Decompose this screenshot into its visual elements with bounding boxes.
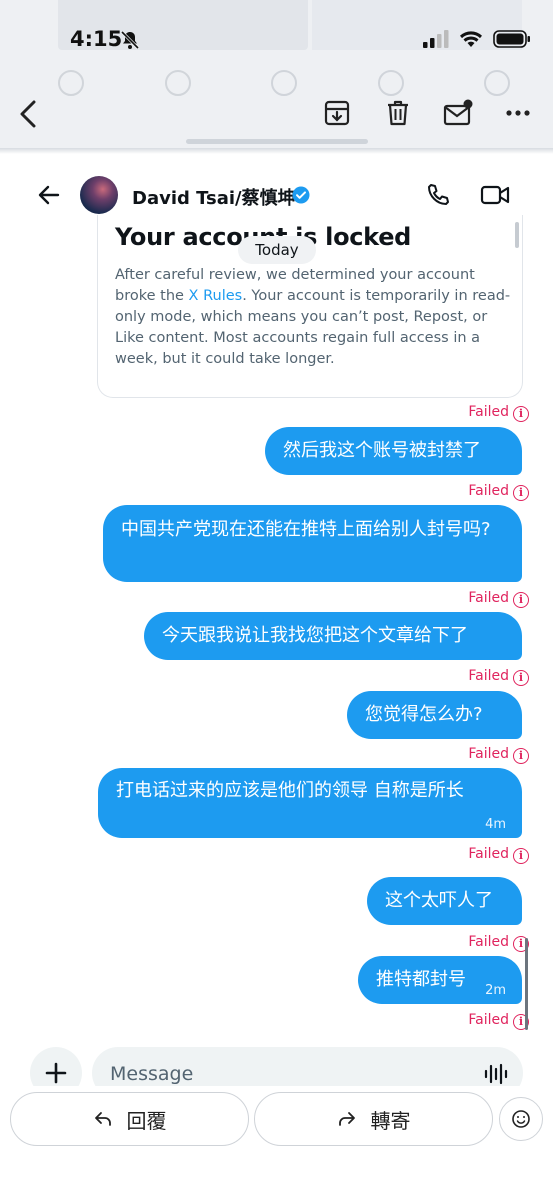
forward-button[interactable]: 轉寄 <box>254 1092 493 1146</box>
failed-info-icon[interactable]: i <box>513 848 529 864</box>
message-timestamp: 2m <box>485 983 506 998</box>
chat-header: David Tsai/蔡慎坤 <box>0 170 553 220</box>
battery-icon <box>493 30 530 48</box>
avatar[interactable] <box>80 176 118 214</box>
failed-info-icon[interactable]: i <box>513 485 529 501</box>
message-text: 您觉得怎么办? <box>365 704 483 725</box>
message-text: 今天跟我说让我找您把这个文章给下了 <box>162 625 468 646</box>
emoji-button[interactable] <box>499 1097 543 1141</box>
message-bubble[interactable]: 这个太吓人了 <box>367 877 522 925</box>
failed-info-icon[interactable]: i <box>513 406 529 422</box>
message-text: 打电话过来的应该是他们的领导 自称是所长 <box>116 780 464 801</box>
divider <box>0 148 553 154</box>
failed-info-icon[interactable]: i <box>513 592 529 608</box>
forward-arrow-icon <box>338 1112 355 1126</box>
more-icon[interactable] <box>503 98 533 128</box>
failed-label: Failed <box>468 1012 509 1028</box>
silent-bell-icon <box>120 30 140 50</box>
wifi-icon <box>460 31 482 47</box>
date-separator: Today <box>238 236 316 264</box>
smiley-icon <box>512 1110 530 1128</box>
forward-label: 轉寄 <box>370 1108 411 1133</box>
failed-label: Failed <box>468 668 509 684</box>
message-bubble[interactable]: 推特都封号 2m <box>358 956 522 1004</box>
failed-label: Failed <box>468 934 509 950</box>
message-text: 这个太吓人了 <box>385 890 493 911</box>
failed-info-icon[interactable]: i <box>513 670 529 686</box>
status-time: 4:15 <box>70 27 123 51</box>
scrollbar[interactable] <box>515 222 519 248</box>
status-indicators <box>423 30 531 48</box>
failed-label: Failed <box>468 590 509 606</box>
message-text: 然后我这个账号被封禁了 <box>283 440 481 461</box>
video-call-icon[interactable] <box>480 182 510 208</box>
message-timestamp: 4m <box>485 817 506 832</box>
mail-toolbar <box>0 90 553 140</box>
mail-unread-icon[interactable] <box>443 98 473 128</box>
message-placeholder: Message <box>110 1063 194 1085</box>
verified-badge-icon <box>292 186 310 204</box>
failed-label: Failed <box>468 846 509 862</box>
message-text: 中国共产党现在还能在推特上面给别人封号吗? <box>121 519 491 540</box>
voice-message-icon[interactable] <box>483 1063 509 1085</box>
back-chevron-icon[interactable] <box>14 98 44 130</box>
reply-arrow-icon <box>94 1112 111 1126</box>
back-arrow-icon[interactable] <box>36 182 62 208</box>
contact-name[interactable]: David Tsai/蔡慎坤 <box>132 184 296 210</box>
failed-label: Failed <box>468 404 509 420</box>
message-bubble[interactable]: 然后我这个账号被封禁了 <box>265 427 522 475</box>
message-bubble[interactable]: 打电话过来的应该是他们的领导 自称是所长 4m <box>98 768 522 838</box>
failed-info-icon[interactable]: i <box>513 748 529 764</box>
trash-icon[interactable] <box>383 98 413 128</box>
message-bubble[interactable]: 中国共产党现在还能在推特上面给别人封号吗? <box>103 505 522 582</box>
reply-label: 回覆 <box>126 1108 167 1133</box>
message-bubble[interactable]: 您觉得怎么办? <box>347 691 522 739</box>
x-rules-link[interactable]: X Rules <box>189 288 243 304</box>
mail-top-area: 4:15 <box>0 0 553 150</box>
scrollbar-thumb[interactable] <box>525 938 528 1030</box>
locked-body: After careful review, we determined your… <box>115 265 515 370</box>
mail-reply-bar: 回覆 轉寄 <box>0 1086 553 1200</box>
failed-label: Failed <box>468 483 509 499</box>
archive-icon[interactable] <box>322 98 352 128</box>
reply-button[interactable]: 回覆 <box>10 1092 249 1146</box>
phone-icon[interactable] <box>425 182 451 208</box>
sheet-grabber <box>186 139 368 144</box>
signal-icon <box>423 30 449 48</box>
message-bubble[interactable]: 今天跟我说让我找您把这个文章给下了 <box>144 612 522 660</box>
failed-label: Failed <box>468 746 509 762</box>
